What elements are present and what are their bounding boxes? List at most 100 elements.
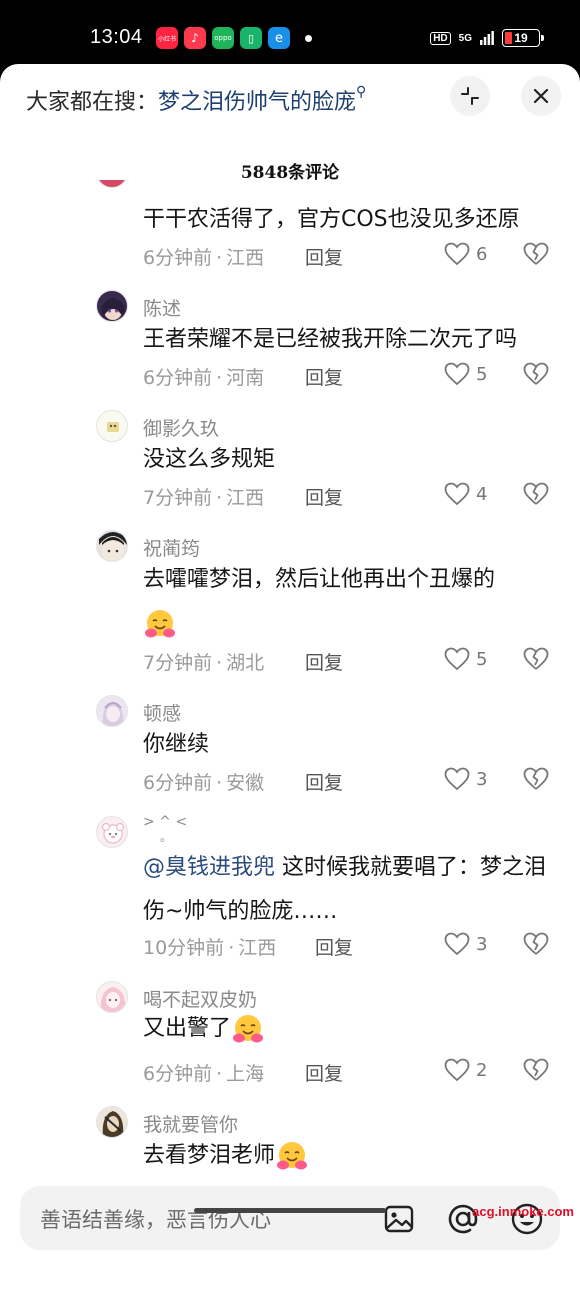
heart-icon bbox=[444, 767, 470, 791]
close-button[interactable] bbox=[521, 76, 561, 116]
reply-button[interactable]: 回复 bbox=[305, 483, 343, 510]
heart-icon bbox=[444, 242, 470, 266]
comment-meta: 6分钟前 · 河南 bbox=[143, 367, 265, 389]
comment-username[interactable]: 顿感 bbox=[143, 699, 181, 726]
hugging-face-emoji-icon bbox=[143, 607, 177, 641]
status-time: 13:04 bbox=[90, 26, 143, 48]
comment-username[interactable]: 陈述 bbox=[143, 294, 181, 321]
comment-text-body: 去嚯嚯梦泪，然后让他再出个丑爆的 bbox=[143, 567, 496, 592]
comment-username[interactable]: 祝蔺筠 bbox=[143, 534, 200, 561]
like-count: 5 bbox=[476, 648, 488, 670]
like-count: 2 bbox=[476, 1059, 488, 1081]
avatar[interactable] bbox=[96, 290, 128, 322]
dislike-button[interactable] bbox=[522, 481, 550, 511]
dislike-button[interactable] bbox=[522, 241, 550, 271]
collapse-icon bbox=[461, 87, 479, 105]
signal-bars-icon bbox=[480, 31, 494, 45]
like-count: 3 bbox=[476, 933, 488, 955]
collapse-button[interactable] bbox=[450, 76, 490, 116]
hugging-face-emoji-icon bbox=[231, 1012, 265, 1046]
comment-text: 去看梦泪老师 bbox=[143, 1134, 553, 1178]
search-icon: ⚲ bbox=[356, 84, 367, 100]
reply-button[interactable]: 回复 bbox=[305, 648, 343, 675]
signal-icon: 5G bbox=[458, 32, 472, 44]
like-button[interactable]: 3 bbox=[444, 767, 487, 791]
comment-text-body: 去看梦泪老师 bbox=[143, 1143, 276, 1168]
comment-text: 又出警了 bbox=[143, 1007, 553, 1051]
avatar[interactable] bbox=[96, 410, 128, 442]
comment-text: 去嚯嚯梦泪，然后让他再出个丑爆的 bbox=[143, 558, 553, 646]
comment-username-line2: 。 bbox=[160, 830, 173, 844]
like-count: 4 bbox=[476, 483, 488, 505]
like-button[interactable]: 5 bbox=[444, 362, 487, 386]
avatar[interactable] bbox=[96, 1106, 128, 1138]
heart-icon bbox=[444, 1058, 470, 1082]
broken-heart-icon bbox=[523, 1058, 549, 1081]
like-button[interactable]: 5 bbox=[444, 647, 487, 671]
comment-text: 没这么多规矩 bbox=[143, 447, 276, 472]
watermark: acg.inmoke.com bbox=[472, 1204, 574, 1219]
dislike-button[interactable] bbox=[522, 931, 550, 961]
comment-sheet: 大家都在搜：梦之泪伤帅气的脸庞⚲ 5848条评论 干干农活得了，官方COS也没见… bbox=[0, 64, 580, 1289]
broken-heart-icon bbox=[523, 767, 549, 790]
broken-heart-icon bbox=[523, 647, 549, 670]
status-bar: 13:04 小红书 ♪ oppo ▯ e HD 5G 19 bbox=[0, 0, 580, 66]
comment-meta: 10分钟前 · 江西 bbox=[143, 937, 277, 959]
reply-button[interactable]: 回复 bbox=[305, 243, 343, 270]
comment-meta: 7分钟前 · 湖北 bbox=[143, 652, 265, 674]
dislike-button[interactable] bbox=[522, 766, 550, 796]
like-button[interactable]: 2 bbox=[444, 1058, 487, 1082]
comment-username[interactable]: 我就要管你 bbox=[143, 1110, 238, 1137]
avatar[interactable] bbox=[96, 180, 128, 188]
close-icon bbox=[533, 88, 549, 104]
reply-button[interactable]: 回复 bbox=[305, 768, 343, 795]
heart-icon bbox=[444, 932, 470, 956]
image-icon[interactable] bbox=[382, 1202, 416, 1236]
comment-username[interactable]: 御影久玖 bbox=[143, 414, 219, 441]
reply-button[interactable]: 回复 bbox=[315, 933, 353, 960]
like-count: 3 bbox=[476, 768, 488, 790]
comment-meta: 6分钟前 · 上海 bbox=[143, 1063, 265, 1085]
like-count: 6 bbox=[476, 243, 488, 265]
reply-button[interactable]: 回复 bbox=[305, 363, 343, 390]
comment-text-body: 又出警了 bbox=[143, 1016, 232, 1041]
comment-meta: 6分钟前 · 安徽 bbox=[143, 772, 265, 794]
avatar[interactable] bbox=[96, 530, 128, 562]
like-button[interactable]: 4 bbox=[444, 482, 487, 506]
heart-icon bbox=[444, 362, 470, 386]
app-icon-oppo: oppo bbox=[212, 27, 234, 49]
battery-icon: 19 bbox=[502, 29, 544, 47]
notification-dot-icon bbox=[305, 35, 312, 42]
comment-meta: 6分钟前 · 江西 bbox=[143, 247, 265, 269]
hugging-face-emoji-icon bbox=[275, 1139, 309, 1173]
trending-search[interactable]: 大家都在搜：梦之泪伤帅气的脸庞⚲ bbox=[26, 84, 366, 116]
mention-link[interactable]: @臭钱进我兜 bbox=[143, 855, 275, 880]
broken-heart-icon bbox=[523, 932, 549, 955]
app-icon-music: ♪ bbox=[184, 27, 206, 49]
dislike-button[interactable] bbox=[522, 361, 550, 391]
comment-text: 王者荣耀不是已经被我开除二次元了吗 bbox=[143, 327, 518, 352]
comment-list[interactable]: 干干农活得了，官方COS也没见多还原 6分钟前 · 江西 回复 6 陈述 王者荣耀不… bbox=[0, 180, 580, 1180]
avatar[interactable] bbox=[96, 695, 128, 727]
broken-heart-icon bbox=[523, 482, 549, 505]
status-indicators: HD 5G 19 bbox=[430, 29, 544, 47]
app-icon-green: ▯ bbox=[240, 27, 262, 49]
trending-search-keyword[interactable]: 梦之泪伤帅气的脸庞 bbox=[158, 90, 356, 115]
like-button[interactable]: 3 bbox=[444, 932, 487, 956]
reply-button[interactable]: 回复 bbox=[305, 1059, 343, 1086]
avatar[interactable] bbox=[96, 981, 128, 1013]
comment-text: @臭钱进我兜 这时候我就要唱了：梦之泪伤~帅气的脸庞…… bbox=[143, 846, 553, 934]
comment-meta: 7分钟前 · 江西 bbox=[143, 487, 265, 509]
trending-search-prefix: 大家都在搜： bbox=[26, 90, 159, 115]
heart-icon bbox=[444, 647, 470, 671]
broken-heart-icon bbox=[523, 362, 549, 385]
avatar[interactable] bbox=[96, 816, 128, 848]
dislike-button[interactable] bbox=[522, 1057, 550, 1087]
hd-icon: HD bbox=[430, 31, 451, 45]
dislike-button[interactable] bbox=[522, 646, 550, 676]
app-icon-blue: e bbox=[268, 27, 290, 49]
comment-text: 干干农活得了，官方COS也没见多还原 bbox=[143, 207, 520, 232]
like-button[interactable]: 6 bbox=[444, 242, 487, 266]
home-indicator[interactable] bbox=[194, 1208, 386, 1213]
broken-heart-icon bbox=[523, 242, 549, 265]
